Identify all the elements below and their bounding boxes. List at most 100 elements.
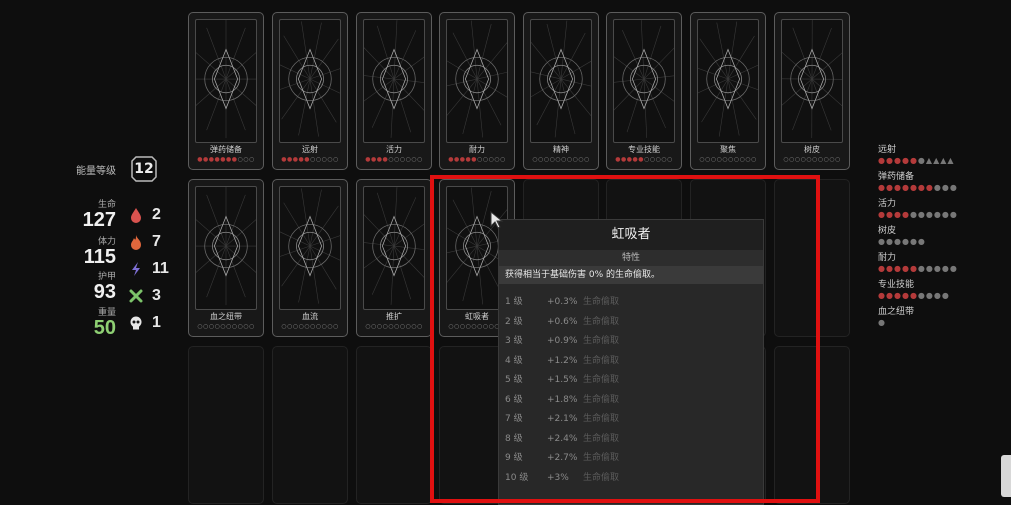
equipped-trait-item[interactable]: 弹药储备 ●●●●●●●●●● xyxy=(878,171,998,193)
empty-card-slot[interactable] xyxy=(272,346,348,504)
level-effect: 生命偷取 xyxy=(583,336,620,346)
equipped-trait-item[interactable]: 活力 ●●●●●●●●●● xyxy=(878,198,998,220)
level-number: 6 级 xyxy=(505,394,523,405)
trait-card[interactable]: 树皮 ○○○○○○○○○○ xyxy=(774,12,850,170)
trait-card-name: 精神 xyxy=(553,145,569,154)
trait-card-level-pips: ○○○○○○○○○○ xyxy=(783,156,841,163)
empty-card-slot[interactable] xyxy=(356,346,432,504)
tooltip-level-list: 1 级 +0.3% 生命偷取 2 级 +0.6% 生命偷取 3 级 +0.9% 生命偷取 4 级 +… xyxy=(499,284,763,488)
level-number: 3 级 xyxy=(505,336,523,346)
level-number: 8 级 xyxy=(505,433,523,444)
trait-card[interactable]: 活力 ●●●●○○○○○○ xyxy=(356,12,432,170)
stat-armor-value: 93 xyxy=(93,281,116,303)
level-number: 10 级 xyxy=(505,472,529,483)
resistance-toxic: 3 xyxy=(128,285,161,307)
trait-card-art xyxy=(195,19,257,143)
level-number: 5 级 xyxy=(505,375,523,385)
tooltip-level-row: 9 级 +2.7% 生命偷取 xyxy=(499,449,763,469)
level-bonus: +3% xyxy=(547,472,569,483)
energy-level-value: 12 xyxy=(134,161,154,177)
trait-card[interactable]: 耐力 ●●●●●○○○○○ xyxy=(439,12,515,170)
empty-card-slot[interactable] xyxy=(774,346,850,504)
equipped-trait-item[interactable]: 专业技能 ●●●●●●●●● xyxy=(878,279,998,301)
trait-card-art xyxy=(613,19,675,143)
trait-card-name: 推扩 xyxy=(386,312,402,321)
lightning-icon xyxy=(132,262,140,276)
trait-card-level-pips: ●●●●●○○○○○ xyxy=(448,156,506,163)
level-bonus: +1.8% xyxy=(547,394,578,405)
tooltip-subtitle: 特性 xyxy=(499,250,763,266)
resistance-fire: 7 xyxy=(128,231,161,253)
resistance-death: 1 xyxy=(128,312,161,334)
trait-card[interactable]: 推扩 ○○○○○○○○○○ xyxy=(356,179,432,337)
tooltip-level-row: 10 级 +3% 生命偷取 xyxy=(499,469,763,489)
trait-card-art xyxy=(279,186,341,310)
level-effect: 生命偷取 xyxy=(583,472,620,483)
scrollbar-thumb[interactable] xyxy=(1001,455,1011,497)
blood-drop-icon xyxy=(131,208,141,223)
empty-card-slot[interactable] xyxy=(774,179,850,337)
trait-card-art xyxy=(697,19,759,143)
trait-card-level-pips: ○○○○○○○○○○ xyxy=(281,323,339,330)
tooltip-title: 虹吸者 xyxy=(499,220,763,250)
trait-card-level-pips: ○○○○○○○○○○ xyxy=(699,156,757,163)
trait-card-level-pips: ○○○○○○○○○○ xyxy=(197,323,255,330)
trait-card-art xyxy=(530,19,592,143)
equipped-trait-name: 血之纽带 xyxy=(878,307,915,317)
trait-card[interactable]: 弹药储备 ●●●●●●●○○○ xyxy=(188,12,264,170)
equipped-trait-item[interactable]: 树皮 ●●●●●● xyxy=(878,225,998,247)
trait-card-art xyxy=(363,19,425,143)
tooltip-level-row: 4 级 +1.2% 生命偷取 xyxy=(499,352,763,372)
equipped-trait-name: 树皮 xyxy=(878,226,897,236)
level-effect: 生命偷取 xyxy=(583,433,620,444)
level-bonus: +0.9% xyxy=(547,336,578,346)
skull-icon xyxy=(130,316,142,330)
level-effect: 生命偷取 xyxy=(583,414,620,424)
level-number: 1 级 xyxy=(505,297,523,307)
level-bonus: +0.3% xyxy=(547,297,578,307)
trait-card-name: 聚焦 xyxy=(720,145,736,154)
trait-card[interactable]: 精神 ○○○○○○○○○○ xyxy=(523,12,599,170)
mouse-cursor-icon xyxy=(490,210,504,233)
equipped-trait-pips: ●●●●●●●●●● xyxy=(878,183,958,192)
equipped-trait-pips: ●●●●●●▲▲▲▲ xyxy=(878,156,955,165)
tooltip-level-row: 6 级 +1.8% 生命偷取 xyxy=(499,391,763,411)
resistance-death-value: 1 xyxy=(152,314,161,331)
trait-card[interactable]: 血流 ○○○○○○○○○○ xyxy=(272,179,348,337)
trait-card-name: 远射 xyxy=(302,145,318,154)
level-effect: 生命偷取 xyxy=(583,355,620,366)
trait-card[interactable]: 血之纽带 ○○○○○○○○○○ xyxy=(188,179,264,337)
fire-icon xyxy=(131,235,141,250)
equipped-trait-pips: ● xyxy=(878,318,886,327)
tooltip-level-row: 8 级 +2.4% 生命偷取 xyxy=(499,430,763,450)
level-bonus: +2.1% xyxy=(547,414,578,424)
stat-stamina-value: 115 xyxy=(83,246,116,268)
level-bonus: +1.2% xyxy=(547,355,578,366)
equipped-trait-item[interactable]: 远射 ●●●●●●▲▲▲▲ xyxy=(878,144,998,166)
trait-card[interactable]: 聚焦 ○○○○○○○○○○ xyxy=(690,12,766,170)
equipped-traits-list: 远射 ●●●●●●▲▲▲▲ 弹药储备 ●●●●●●●●●● 活力 ●●●●●●●●●● 树皮… xyxy=(878,144,998,333)
equipped-trait-name: 弹药储备 xyxy=(878,172,915,182)
equipped-trait-pips: ●●●●●●●●●● xyxy=(878,264,958,273)
equipped-trait-name: 耐力 xyxy=(878,253,897,263)
tooltip-level-row: 1 级 +0.3% 生命偷取 xyxy=(499,293,763,313)
trait-card-level-pips: ●●●●●○○○○○ xyxy=(615,156,673,163)
level-number: 7 级 xyxy=(505,414,523,424)
level-effect: 生命偷取 xyxy=(583,316,620,327)
trait-card[interactable]: 专业技能 ●●●●●○○○○○ xyxy=(606,12,682,170)
equipped-trait-item[interactable]: 血之纽带 ● xyxy=(878,306,998,328)
tooltip-level-row: 5 级 +1.5% 生命偷取 xyxy=(499,371,763,391)
level-number: 2 级 xyxy=(505,316,523,327)
trait-card[interactable]: 远射 ●●●●●○○○○○ xyxy=(272,12,348,170)
stat-weight-value: 50 xyxy=(93,317,116,339)
equipped-trait-item[interactable]: 耐力 ●●●●●●●●●● xyxy=(878,252,998,274)
trait-card-name: 活力 xyxy=(386,145,402,154)
empty-card-slot[interactable] xyxy=(188,346,264,504)
trait-card-name: 专业技能 xyxy=(628,145,660,154)
equipped-trait-name: 活力 xyxy=(878,199,897,209)
level-effect: 生命偷取 xyxy=(583,453,620,463)
equipped-trait-pips: ●●●●●●●●●● xyxy=(878,210,958,219)
trait-card-name: 血之纽带 xyxy=(210,312,242,321)
stat-armor: 护甲 93 xyxy=(72,272,116,302)
level-effect: 生命偷取 xyxy=(583,394,620,405)
